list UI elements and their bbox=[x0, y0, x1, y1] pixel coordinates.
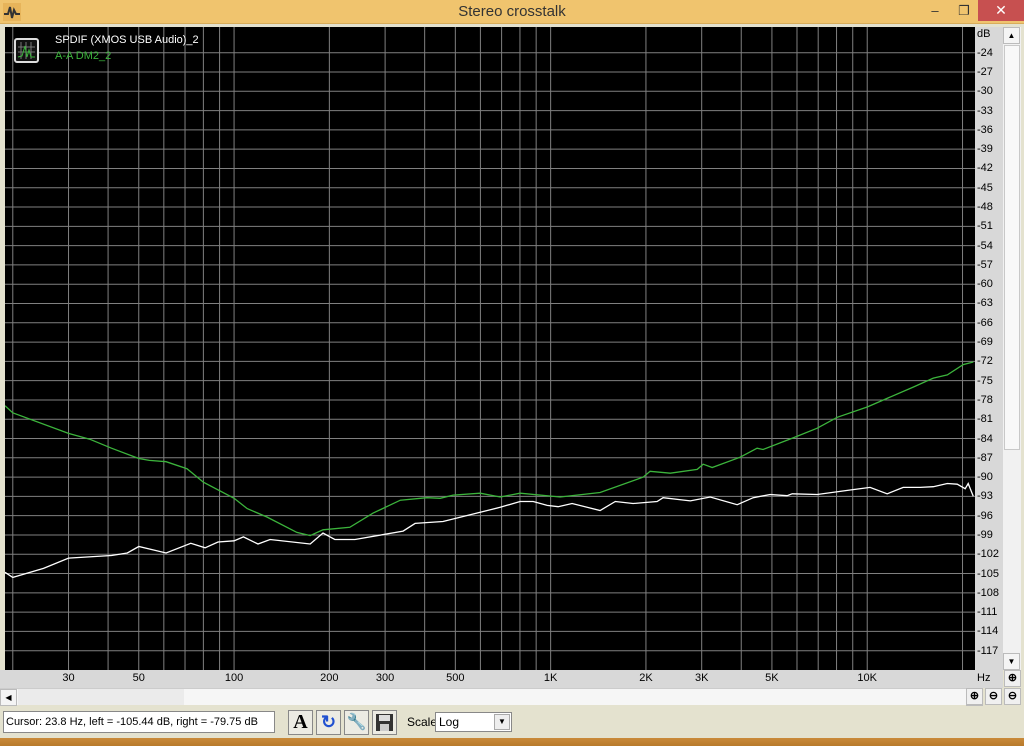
y-tick-label: -24 bbox=[977, 46, 993, 59]
y-tick-label: -39 bbox=[977, 143, 993, 156]
cursor-readout: Cursor: 23.8 Hz, left = -105.44 dB, righ… bbox=[3, 711, 275, 733]
y-tick-label: -96 bbox=[977, 509, 993, 522]
spectrum-legend-icon[interactable] bbox=[14, 38, 39, 63]
x-tick-label: 50 bbox=[132, 672, 145, 684]
y-tick-label: -114 bbox=[977, 625, 999, 638]
y-tick-label: -81 bbox=[977, 413, 993, 426]
y-tick-label: -30 bbox=[977, 85, 993, 98]
x-tick-label: 3K bbox=[694, 672, 709, 684]
scale-select[interactable]: Log ▼ bbox=[435, 712, 512, 732]
scale-value: Log bbox=[439, 715, 460, 729]
x-tick-label: 500 bbox=[446, 672, 465, 684]
y-tick-label: -48 bbox=[977, 201, 993, 214]
x-tick-label: 300 bbox=[375, 672, 395, 684]
y-tick-label: -51 bbox=[977, 220, 993, 233]
x-tick-label: 5K bbox=[765, 672, 779, 684]
title-bar: Stereo crosstalk ‒ ❐ ✕ bbox=[0, 0, 1024, 24]
y-tick-label: -108 bbox=[977, 586, 1000, 599]
x-tick-label: 1K bbox=[543, 672, 558, 684]
x-tick-label: 100 bbox=[224, 672, 244, 684]
y-tick-label: -57 bbox=[977, 258, 993, 271]
x-axis: 30 50 100 200 300 500 1K 2K 3K 5K 10K bbox=[0, 670, 1003, 688]
y-tick-label: -117 bbox=[977, 644, 999, 657]
y-tick-label: -75 bbox=[977, 374, 993, 387]
y-tick-label: -99 bbox=[977, 528, 993, 541]
y-tick-label: -105 bbox=[977, 567, 1000, 580]
scroll-up-button[interactable]: ▲ bbox=[1003, 27, 1020, 44]
chevron-down-icon[interactable]: ▼ bbox=[494, 714, 510, 730]
y-tick-label: -78 bbox=[977, 393, 993, 406]
y-tick-label: -93 bbox=[977, 490, 993, 503]
zoom-in-x-icon[interactable]: ⊕ bbox=[966, 688, 983, 705]
y-tick-label: -72 bbox=[977, 355, 993, 368]
series-line-1 bbox=[5, 482, 974, 579]
x-tick-label: 2K bbox=[639, 672, 653, 684]
horizontal-scrollbar[interactable]: ◀ ▶ bbox=[0, 688, 983, 706]
x-tick-label: 10K bbox=[857, 672, 878, 684]
maximize-button[interactable]: ❐ bbox=[950, 0, 978, 21]
zoom-out-y-icon[interactable]: ⊖ bbox=[1004, 688, 1021, 705]
y-tick-label: -90 bbox=[977, 471, 993, 484]
legend-series-1: SPDIF (XMOS USB Audio)_2 bbox=[55, 34, 199, 46]
y-tick-label: -84 bbox=[977, 432, 993, 445]
vertical-scrollbar[interactable]: ▲ ▼ bbox=[1003, 27, 1021, 670]
y-tick-label: -63 bbox=[977, 297, 993, 310]
scroll-down-button[interactable]: ▼ bbox=[1003, 653, 1020, 670]
horizontal-scroll-thumb[interactable] bbox=[18, 689, 184, 705]
y-axis-unit: dB bbox=[977, 28, 991, 40]
y-tick-label: -54 bbox=[977, 239, 993, 252]
taskbar bbox=[0, 738, 1024, 746]
vertical-scroll-thumb[interactable] bbox=[1004, 45, 1020, 450]
scroll-left-button[interactable]: ◀ bbox=[0, 689, 17, 706]
save-disk-icon[interactable] bbox=[372, 710, 397, 735]
x-axis-unit: Hz bbox=[977, 672, 991, 684]
y-tick-label: -36 bbox=[977, 123, 993, 136]
y-tick-label: -111 bbox=[977, 606, 998, 619]
x-tick-label: 200 bbox=[320, 672, 339, 684]
y-axis: dB -24 -27 -30 -33 -36 -39 -42 -45 -48 -51 -54 -57 -… bbox=[975, 27, 1003, 670]
crosstalk-chart[interactable] bbox=[5, 27, 975, 670]
close-button[interactable]: ✕ bbox=[978, 0, 1024, 21]
zoom-in-y-icon[interactable]: ⊕ bbox=[1004, 670, 1021, 687]
zoom-out-x-icon[interactable]: ⊖ bbox=[985, 688, 1002, 705]
y-tick-label: -87 bbox=[977, 451, 993, 464]
y-tick-label: -60 bbox=[977, 278, 993, 291]
y-tick-label: -66 bbox=[977, 316, 993, 329]
y-tick-label: -42 bbox=[977, 162, 993, 175]
y-tick-label: -69 bbox=[977, 336, 993, 349]
legend-series-2: A-A DM2_2 bbox=[55, 50, 112, 62]
font-icon[interactable]: A bbox=[288, 710, 313, 735]
scale-label: Scale bbox=[407, 715, 438, 729]
y-tick-label: -102 bbox=[977, 548, 1000, 561]
minimize-button[interactable]: ‒ bbox=[920, 0, 950, 21]
settings-wrench-icon[interactable]: 🔧 bbox=[344, 710, 369, 735]
refresh-icon[interactable]: ↻ bbox=[316, 710, 341, 735]
y-tick-label: -45 bbox=[977, 181, 993, 194]
window-title: Stereo crosstalk bbox=[458, 3, 566, 20]
y-tick-label: -33 bbox=[977, 104, 993, 117]
x-tick-label: 30 bbox=[62, 672, 75, 684]
y-tick-label: -27 bbox=[977, 66, 993, 78]
